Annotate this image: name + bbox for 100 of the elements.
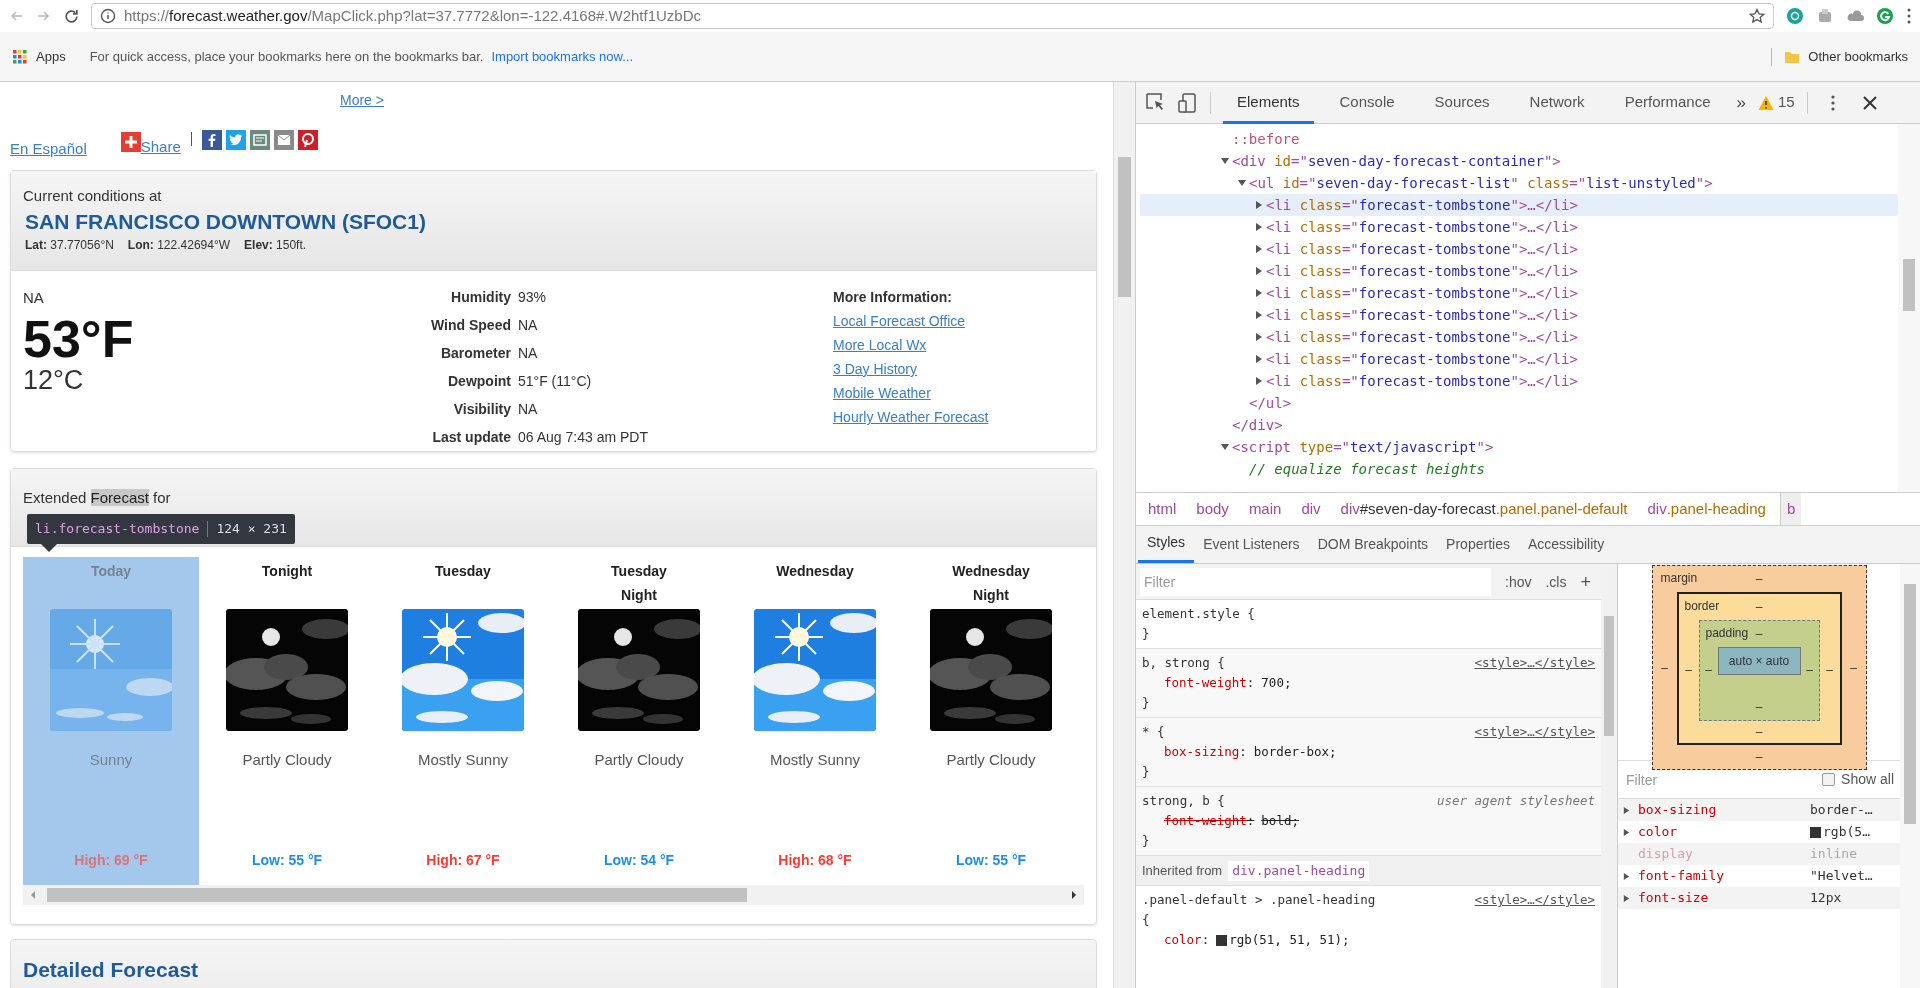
scrollbar-thumb[interactable] (1604, 616, 1614, 736)
extension-icon[interactable] (1876, 7, 1894, 25)
new-rule-button[interactable]: + (1580, 571, 1597, 592)
breadcrumb[interactable]: div (1295, 493, 1327, 525)
breadcrumb[interactable]: html (1142, 493, 1183, 525)
scrollbar-thumb[interactable] (47, 888, 747, 902)
dom-node[interactable]: <li class="forecast-tombstone">…</li> (1140, 260, 1898, 282)
dom-node[interactable]: </div> (1140, 414, 1898, 436)
reload-icon[interactable] (64, 8, 79, 24)
dom-node[interactable]: <li class="forecast-tombstone">…</li> (1140, 370, 1898, 392)
filter-field[interactable]: Filter (1140, 567, 1491, 596)
collapsed-arrow-icon[interactable] (1254, 376, 1264, 386)
dom-node[interactable]: <li class="forecast-tombstone">…</li> (1140, 348, 1898, 370)
star-icon[interactable] (1749, 8, 1765, 24)
breadcrumb[interactable]: body (1190, 493, 1235, 525)
inherited-element-link[interactable]: div.panel-heading (1228, 860, 1370, 881)
more-tabs-button[interactable]: » (1736, 89, 1746, 116)
color-swatch[interactable] (1216, 935, 1228, 946)
breadcrumb[interactable]: div.panel-heading (1641, 493, 1772, 525)
collapsed-arrow-icon[interactable] (1254, 354, 1264, 364)
device-icon[interactable] (1178, 92, 1198, 113)
scrollbar-thumb[interactable] (1118, 157, 1131, 297)
expanded-arrow-icon[interactable] (1237, 178, 1247, 188)
collapsed-arrow-icon[interactable] (1254, 288, 1264, 298)
collapsed-arrow-icon[interactable] (1254, 222, 1264, 232)
computed-scrollbar[interactable] (1900, 564, 1920, 988)
forecast-tile[interactable]: Tuesday Mostly Sunny High: 67 °F (375, 557, 551, 885)
rule-source[interactable]: <style>…</style> (1474, 722, 1595, 742)
styles-tab[interactable]: DOM Breakpoints (1308, 525, 1438, 563)
info-link[interactable]: Mobile Weather (833, 383, 989, 403)
extension-icon[interactable] (1786, 7, 1804, 25)
devtools-tab[interactable]: Elements (1223, 81, 1314, 124)
breadcrumb[interactable]: b (1779, 493, 1802, 525)
forecast-tile[interactable]: Wednesday Night Partly Cloudy Low: 55 °F (903, 557, 1079, 885)
scrollbar-thumb[interactable] (1903, 259, 1915, 311)
info-link[interactable]: Local Forecast Office (833, 311, 989, 331)
devtools-tab[interactable]: Performance (1610, 81, 1725, 124)
facebook-icon[interactable] (201, 130, 222, 150)
forecast-tile[interactable]: Tuesday Night Partly Cloudy Low: 54 °F (551, 557, 727, 885)
language-link[interactable]: En Español (10, 137, 87, 160)
dom-node[interactable]: </ul> (1140, 392, 1898, 414)
styles-tab[interactable]: Accessibility (1518, 525, 1614, 563)
dom-node[interactable]: <li class="forecast-tombstone">…</li> (1140, 216, 1898, 238)
dom-node[interactable]: ::before (1140, 128, 1898, 150)
devtools-tab[interactable]: Sources (1420, 81, 1504, 124)
rule-source[interactable]: <style>…</style> (1474, 653, 1595, 673)
apps-icon[interactable] (12, 48, 28, 65)
computed-property[interactable]: font-size 12px (1618, 887, 1900, 909)
close-icon[interactable] (1861, 94, 1878, 111)
dom-node[interactable]: <li class="forecast-tombstone">…</li> (1140, 326, 1898, 348)
collapsed-arrow-icon[interactable] (1622, 805, 1631, 815)
styles-scrollbar[interactable] (1601, 564, 1617, 988)
dom-node[interactable]: <script type="text/javascript"> (1140, 436, 1898, 458)
dom-node[interactable]: <li class="forecast-tombstone">…</li> (1140, 282, 1898, 304)
collapsed-arrow-icon[interactable] (1622, 871, 1631, 881)
forecast-tile[interactable]: Tonight Partly Cloudy Low: 55 °F (199, 557, 375, 885)
show-all-checkbox[interactable]: Show all (1822, 769, 1894, 790)
collapsed-arrow-icon[interactable] (1254, 332, 1264, 342)
rule-source[interactable]: <style>…</style> (1474, 890, 1595, 910)
more-options-icon[interactable] (1829, 94, 1836, 111)
dom-node[interactable]: <div id="seven-day-forecast-container"> (1140, 150, 1898, 172)
more-link[interactable]: More > (340, 92, 384, 108)
filter-field[interactable]: Filter (1624, 766, 1817, 793)
apps-link[interactable]: Apps (36, 46, 66, 67)
inspect-icon[interactable] (1146, 92, 1166, 113)
collapsed-arrow-icon[interactable] (1254, 200, 1264, 210)
info-icon[interactable] (100, 8, 116, 24)
import-bookmarks-link[interactable]: Import bookmarks now... (491, 46, 634, 67)
other-bookmarks[interactable]: Other bookmarks (1808, 46, 1908, 67)
scroll-right-icon[interactable] (1070, 890, 1078, 900)
dom-node[interactable]: <li class="forecast-tombstone">…</li> (1140, 194, 1898, 216)
menu-icon[interactable] (1906, 8, 1912, 24)
dom-node[interactable]: // equalize forecast heights (1140, 458, 1898, 480)
breadcrumb[interactable]: div#seven-day-forecast.panel.panel-default (1334, 493, 1634, 525)
share-link[interactable]: Share (120, 132, 181, 159)
collapsed-arrow-icon[interactable] (1254, 310, 1264, 320)
collapsed-arrow-icon[interactable] (1254, 266, 1264, 276)
info-link[interactable]: More Local Wx (833, 335, 989, 355)
devtools-tab[interactable]: Network (1515, 81, 1599, 124)
address-bar[interactable]: https://forecast.weather.gov/MapClick.php?lat=37.7772&lon=-122.4168#.W2htf1UzbDc (91, 3, 1774, 29)
devtools-tab[interactable]: Console (1325, 81, 1409, 124)
page-scrollbar[interactable] (1113, 82, 1135, 988)
computed-property[interactable]: box-sizing border-… (1618, 799, 1900, 821)
hover-state-button[interactable]: :hov (1505, 571, 1532, 592)
forecast-tile[interactable]: Wednesday Mostly Sunny High: 68 °F (727, 557, 903, 885)
info-link[interactable]: Hourly Weather Forecast (833, 407, 989, 427)
collapsed-arrow-icon[interactable] (1622, 893, 1631, 903)
class-button[interactable]: .cls (1545, 571, 1567, 592)
collapsed-arrow-icon[interactable] (1254, 244, 1264, 254)
breadcrumb[interactable]: main (1242, 493, 1288, 525)
horizontal-scrollbar[interactable] (23, 885, 1084, 905)
expanded-arrow-icon[interactable] (1220, 156, 1230, 166)
collapsed-arrow-icon[interactable] (1622, 827, 1631, 837)
expanded-arrow-icon[interactable] (1220, 442, 1230, 452)
email-icon[interactable] (273, 130, 294, 150)
pinterest-icon[interactable] (297, 130, 318, 150)
styles-tab[interactable]: Event Listeners (1194, 525, 1309, 563)
dom-node[interactable]: <li class="forecast-tombstone">…</li> (1140, 304, 1898, 326)
styles-tab[interactable]: Properties (1437, 525, 1519, 563)
twitter-icon[interactable] (225, 130, 246, 150)
